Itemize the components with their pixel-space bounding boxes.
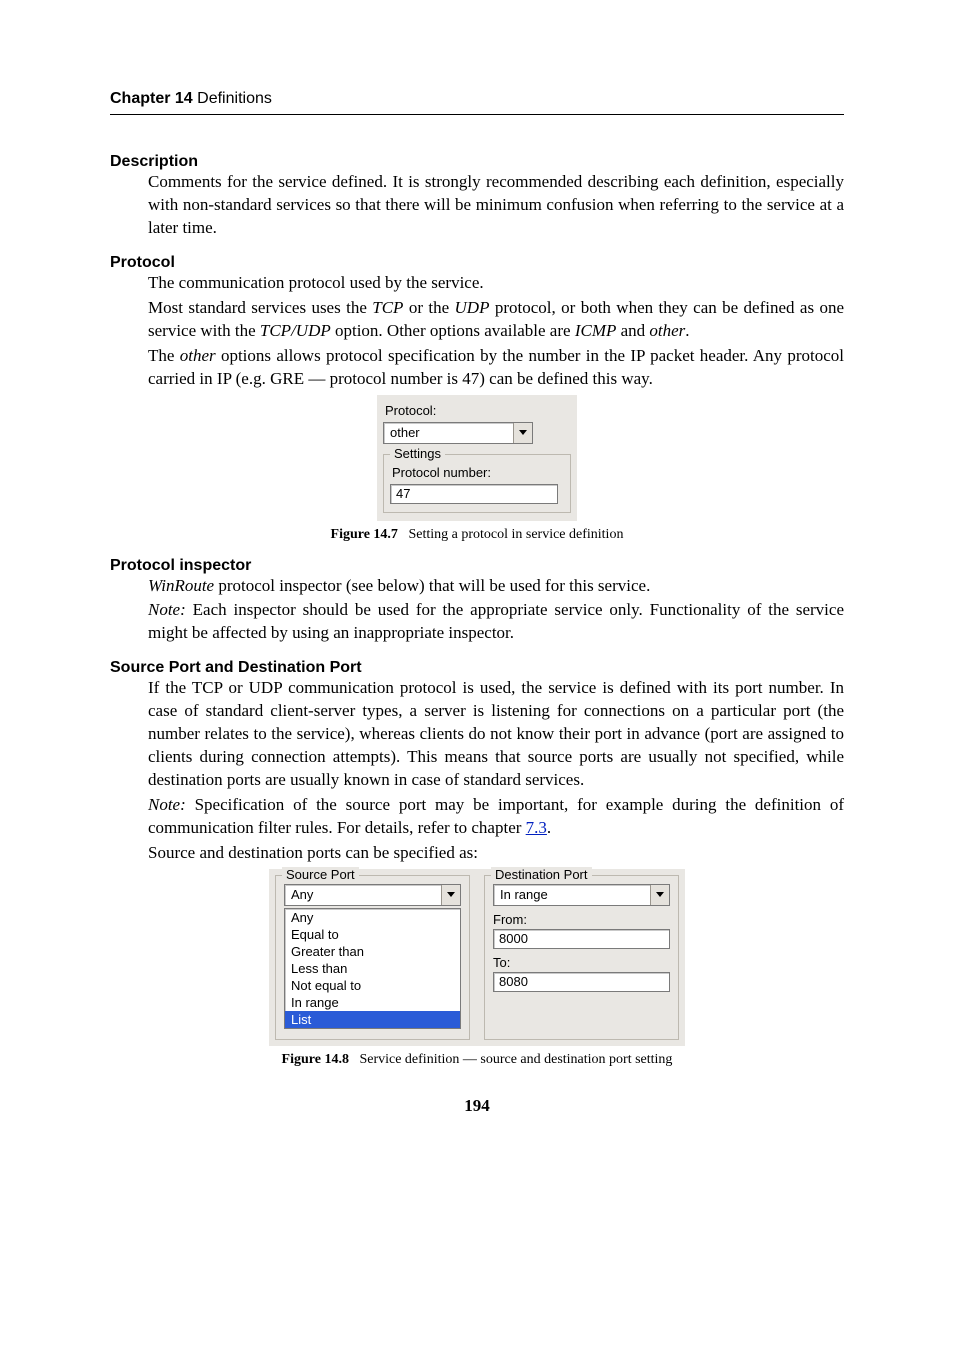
list-item[interactable]: Equal to [285,926,460,943]
text-italic: Note: [148,795,186,814]
protocol-number-input[interactable]: 47 [390,484,558,504]
list-item[interactable]: Greater than [285,943,460,960]
figure-14-8-caption: Figure 14.8 Service definition — source … [110,1052,844,1068]
destination-port-combo-value: In range [494,885,650,905]
inspector-p2: Note: Each inspector should be used for … [148,599,844,645]
protocol-dialog: Protocol: other Settings Protocol number… [377,395,577,521]
text-italic: TCP [372,298,403,317]
from-input[interactable]: 8000 [493,929,670,949]
source-port-legend: Source Port [282,867,359,882]
text: options allows protocol specification by… [148,346,844,388]
chapter-label: Chapter 14 [110,90,193,107]
text-italic: other [180,346,216,365]
figure-14-7-caption: Figure 14.7 Setting a protocol in servic… [110,527,844,543]
text-italic: TCP/UDP [260,321,331,340]
text-italic: UDP [455,298,490,317]
text: . [685,321,689,340]
page-number: 194 [110,1096,844,1116]
text: or the [403,298,454,317]
running-header: Chapter 14 Definitions [110,90,844,115]
protocol-body: The communication protocol used by the s… [148,272,844,391]
chapter-title: Definitions [197,90,272,107]
inspector-body: WinRoute protocol inspector (see below) … [148,575,844,646]
from-label: From: [493,912,670,927]
list-item[interactable]: In range [285,994,460,1011]
text: and [616,321,649,340]
inspector-p1: WinRoute protocol inspector (see below) … [148,575,844,598]
text: The [148,346,180,365]
list-item[interactable]: Less than [285,960,460,977]
caption-bold: Figure 14.7 [331,527,398,542]
ports-dialog: Source Port Any Any Equal to Greater tha… [269,869,685,1046]
text: protocol inspector (see below) that will… [214,576,650,595]
destination-port-combo[interactable]: In range [493,884,670,906]
term-inspector: Protocol inspector [110,557,844,575]
source-port-listbox[interactable]: Any Equal to Greater than Less than Not … [284,908,461,1029]
protocol-combo-value: other [384,423,513,443]
text-italic: WinRoute [148,576,214,595]
text: . [547,818,551,837]
text-italic: other [649,321,685,340]
protocol-label: Protocol: [385,403,569,418]
term-description: Description [110,153,844,171]
chevron-down-icon[interactable] [513,423,532,443]
term-ports: Source Port and Destination Port [110,659,844,677]
text-italic: Note: [148,600,186,619]
source-port-combo[interactable]: Any [284,884,461,906]
protocol-combo[interactable]: other [383,422,533,444]
list-item[interactable]: Any [285,909,460,926]
figure-14-8: Source Port Any Any Equal to Greater tha… [110,869,844,1068]
ports-p2: Note: Specification of the source port m… [148,794,844,840]
list-item[interactable]: Not equal to [285,977,460,994]
ports-p1: If the TCP or UDP communication protocol… [148,677,844,792]
link-chapter-7-3[interactable]: 7.3 [526,818,547,837]
description-text: Comments for the service defined. It is … [148,171,844,240]
destination-port-fieldset: Destination Port In range From: 8000 To:… [484,875,679,1040]
destination-port-legend: Destination Port [491,867,592,882]
protocol-p3: The other options allows protocol specif… [148,345,844,391]
ports-body: If the TCP or UDP communication protocol… [148,677,844,865]
figure-14-7: Protocol: other Settings Protocol number… [110,395,844,543]
caption-text: Setting a protocol in service definition [408,527,623,542]
term-protocol: Protocol [110,254,844,272]
to-input[interactable]: 8080 [493,972,670,992]
page: Chapter 14 Definitions Description Comme… [0,0,954,1176]
settings-legend: Settings [390,446,445,461]
protocol-p2: Most standard services uses the TCP or t… [148,297,844,343]
ports-p3: Source and destination ports can be spec… [148,842,844,865]
to-label: To: [493,955,670,970]
caption-bold: Figure 14.8 [282,1052,349,1067]
protocol-number-label: Protocol number: [392,465,562,480]
description-body: Comments for the service defined. It is … [148,171,844,240]
text: option. Other options available are [331,321,575,340]
chevron-down-icon[interactable] [441,885,460,905]
source-port-combo-value: Any [285,885,441,905]
text-italic: ICMP [575,321,617,340]
text: Specification of the source port may be … [148,795,844,837]
caption-text: Service definition — source and destinat… [359,1052,672,1067]
text: Each inspector should be used for the ap… [148,600,844,642]
list-item-selected[interactable]: List [285,1011,460,1028]
chevron-down-icon[interactable] [650,885,669,905]
source-port-fieldset: Source Port Any Any Equal to Greater tha… [275,875,470,1040]
text: Most standard services uses the [148,298,372,317]
settings-fieldset: Settings Protocol number: 47 [383,454,571,513]
protocol-p1: The communication protocol used by the s… [148,272,844,295]
